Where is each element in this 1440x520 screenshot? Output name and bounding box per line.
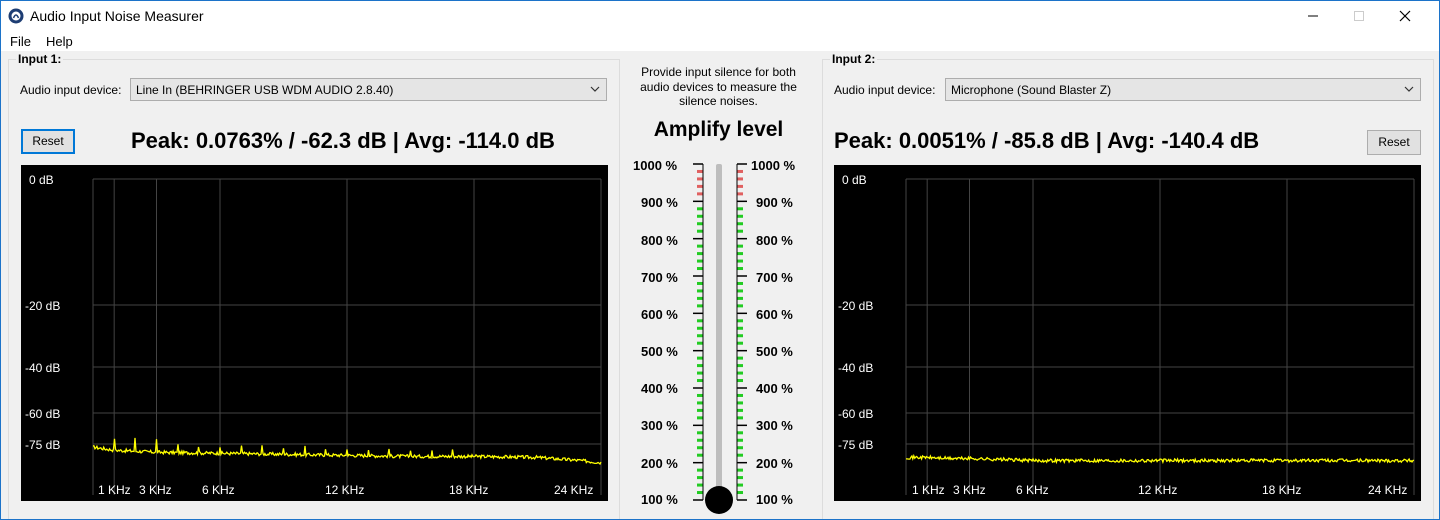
x-tick-label: 12 KHz — [325, 483, 365, 497]
amplify-level-label-right: 700 % — [756, 270, 793, 285]
input1-device-select[interactable]: Line In (BEHRINGER USB WDM AUDIO 2.8.40) — [130, 78, 607, 101]
y-tick-label: -20 dB — [25, 299, 61, 313]
input1-spectrum-graph: 0 dB -20 dB -40 dB -60 dB -75 dB 1 KHz 3… — [21, 165, 608, 501]
amplify-slider[interactable] — [681, 156, 761, 518]
amplify-level-label-left: 800 % — [641, 233, 678, 248]
silence-instructions: Provide input silence for both audio dev… — [640, 65, 797, 108]
minimize-button[interactable] — [1290, 1, 1336, 31]
input1-spectrum-svg — [92, 178, 602, 495]
amplify-level-label-left: 300 % — [641, 418, 678, 433]
amplify-level-label-left: 700 % — [641, 270, 678, 285]
y-tick-label: -60 dB — [838, 407, 874, 421]
input2-device-select[interactable]: Microphone (Sound Blaster Z) — [945, 78, 1421, 101]
input1-device-value: Line In (BEHRINGER USB WDM AUDIO 2.8.40) — [136, 83, 394, 97]
x-tick-label: 6 KHz — [202, 483, 235, 497]
menu-help[interactable]: Help — [46, 34, 73, 49]
y-tick-label: -75 dB — [838, 438, 874, 452]
maximize-button[interactable] — [1336, 1, 1382, 31]
amplify-level-label-left: 400 % — [641, 381, 678, 396]
title-bar: Audio Input Noise Measurer — [1, 1, 1439, 31]
input2-spectrum-graph: 0 dB -20 dB -40 dB -60 dB -75 dB 1 KHz 3… — [834, 165, 1421, 501]
y-tick-label: -60 dB — [25, 407, 61, 421]
slider-track — [716, 164, 722, 500]
app-logo-icon — [8, 8, 24, 24]
amplify-level-label-right: 100 % — [756, 492, 793, 507]
amplify-level-label-left: 200 % — [641, 456, 678, 471]
amplify-level-label-left: 900 % — [641, 195, 678, 210]
amplify-level-label-right: 200 % — [756, 456, 793, 471]
maximize-icon — [1354, 11, 1364, 21]
amplify-level-label-left: 600 % — [641, 307, 678, 322]
input1-group-label: Input 1: — [16, 52, 64, 66]
minimize-icon — [1308, 15, 1318, 17]
input2-peak-readout: Peak: 0.0051% / -85.8 dB | Avg: -140.4 d… — [834, 128, 1260, 153]
chevron-down-icon — [1404, 86, 1414, 92]
input1-peak-readout: Peak: 0.0763% / -62.3 dB | Avg: -114.0 d… — [131, 128, 555, 153]
input1-device-label: Audio input device: — [20, 83, 122, 97]
amplify-level-label-right: 600 % — [756, 307, 793, 322]
amplify-level-label-left: 100 % — [641, 492, 678, 507]
amplify-level-label-left: 500 % — [641, 344, 678, 359]
y-tick-label: 0 dB — [842, 173, 867, 187]
menu-file[interactable]: File — [10, 34, 31, 49]
input2-reset-button[interactable]: Reset — [1367, 130, 1421, 155]
y-tick-label: -40 dB — [838, 361, 874, 375]
menu-bar: File Help — [1, 31, 1439, 52]
input2-group-label: Input 2: — [830, 52, 878, 66]
x-tick-label: 6 KHz — [1016, 483, 1049, 497]
amplify-level-label-right: 300 % — [756, 418, 793, 433]
amplify-level-label-right: 500 % — [756, 344, 793, 359]
y-tick-label: -20 dB — [838, 299, 874, 313]
slider-thumb — [705, 486, 733, 514]
y-tick-label: -40 dB — [25, 361, 61, 375]
x-tick-label: 18 KHz — [449, 483, 489, 497]
amplify-level-label-right: 800 % — [756, 233, 793, 248]
amplify-level-label-right: 900 % — [756, 195, 793, 210]
amplify-level-label-left: 1000 % — [633, 158, 678, 173]
close-icon — [1399, 10, 1411, 22]
input2-device-label: Audio input device: — [834, 83, 936, 97]
chevron-down-icon — [590, 86, 600, 92]
x-tick-label: 3 KHz — [953, 483, 986, 497]
x-tick-label: 3 KHz — [139, 483, 172, 497]
input1-reset-button[interactable]: Reset — [21, 129, 75, 154]
app-window: Audio Input Noise Measurer File Help Inp… — [0, 0, 1440, 520]
input2-spectrum-svg — [905, 178, 1415, 495]
window-title: Audio Input Noise Measurer — [30, 8, 204, 24]
x-tick-label: 1 KHz — [98, 483, 131, 497]
input2-device-value: Microphone (Sound Blaster Z) — [951, 83, 1112, 97]
x-tick-label: 24 KHz — [554, 483, 594, 497]
y-tick-label: -75 dB — [25, 438, 61, 452]
x-tick-label: 18 KHz — [1262, 483, 1302, 497]
x-tick-label: 24 KHz — [1368, 483, 1408, 497]
amplify-title: Amplify level — [653, 118, 784, 141]
close-button[interactable] — [1382, 1, 1428, 31]
x-tick-label: 12 KHz — [1138, 483, 1178, 497]
amplify-level-label-right: 400 % — [756, 381, 793, 396]
x-tick-label: 1 KHz — [912, 483, 945, 497]
y-tick-label: 0 dB — [29, 173, 54, 187]
